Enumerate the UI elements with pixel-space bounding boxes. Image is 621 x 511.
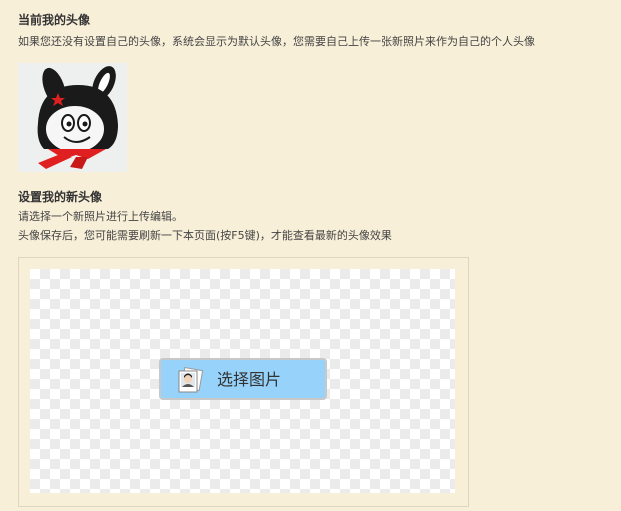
image-preview-area: 选择图片 <box>30 269 455 493</box>
avatar-upload-panel: 选择图片 <box>18 257 469 507</box>
current-avatar-description: 如果您还没有设置自己的头像，系统会显示为默认头像，您需要自己上传一张新照片来作为… <box>18 35 535 48</box>
current-avatar-title: 当前我的头像 <box>18 13 91 27</box>
select-image-label: 选择图片 <box>217 370 282 389</box>
new-avatar-title: 设置我的新头像 <box>18 190 103 204</box>
new-avatar-instruction: 请选择一个新照片进行上传编辑。 <box>18 210 183 223</box>
current-avatar-image <box>18 63 127 172</box>
refresh-hint: 头像保存后，您可能需要刷新一下本页面(按F5键)，才能查看最新的头像效果 <box>18 229 392 242</box>
select-image-button[interactable]: 选择图片 <box>159 358 327 400</box>
photo-icon <box>176 366 204 394</box>
mascot-avatar-icon <box>18 63 127 172</box>
